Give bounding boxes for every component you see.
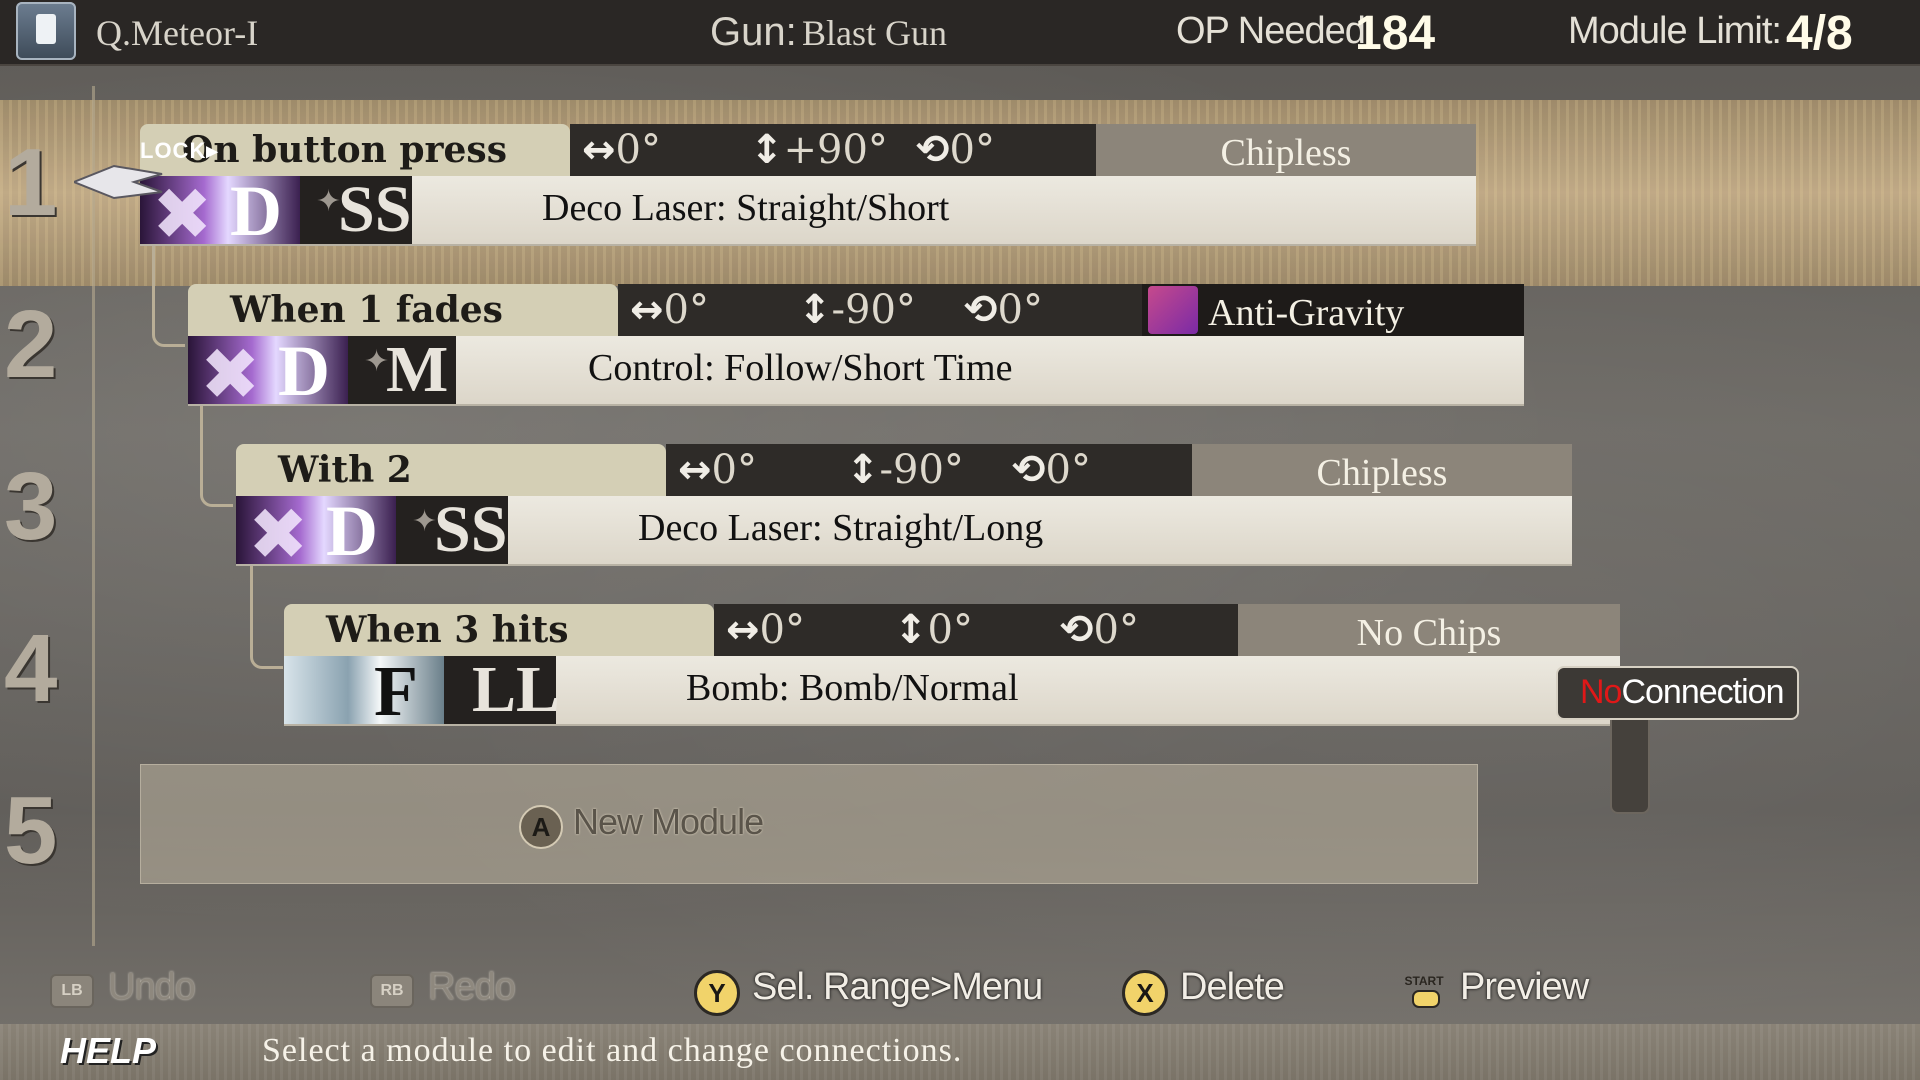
size-label: SS [338, 173, 412, 246]
x-mark-icon: ✖ [248, 496, 309, 564]
connector-line [200, 404, 233, 507]
rotation-angle: 0° [1093, 607, 1139, 653]
row-number: 4 [4, 615, 58, 722]
redo-button[interactable]: Redo [428, 966, 516, 1009]
row-number: 1 [4, 129, 58, 236]
connector-line [250, 564, 283, 669]
module-limit-value: 4/8 [1786, 7, 1853, 60]
vertical-icon: ↕ [798, 287, 832, 333]
trigger-label[interactable]: With 2 [236, 444, 666, 496]
start-button-icon: START [1404, 974, 1444, 1008]
type-letter: D [278, 336, 330, 404]
trigger-label[interactable]: When 1 fades [188, 284, 618, 336]
vertical-angle: -90° [831, 287, 916, 333]
type-letter: D [326, 496, 378, 564]
type-badge: F [284, 656, 444, 724]
lb-button-icon: LB [50, 974, 94, 1008]
gun-label: Gun: [710, 10, 797, 54]
vertical-icon: ↕ [894, 607, 928, 653]
module-row-1[interactable]: On button press ↔0° ↕+90° ⟲0° Chipless ✖… [140, 124, 1476, 246]
size-badge: ✦ M [348, 333, 456, 406]
chip-name: Anti-Gravity [1208, 292, 1405, 334]
module-limit-label: Module Limit: [1568, 10, 1782, 52]
module-description: Deco Laser: Straight/Short [542, 187, 950, 229]
trigger-label[interactable]: When 3 hits ground [284, 604, 714, 703]
row-number: 5 [4, 777, 58, 884]
chip-slot[interactable]: Anti-Gravity [1142, 284, 1524, 336]
size-badge: ✦ SS [300, 173, 412, 246]
gun-connector-icon [1610, 718, 1650, 814]
preset-name: Q.Meteor-I [96, 13, 259, 53]
module-description: Bomb: Bomb/Normal [686, 667, 1019, 709]
type-badge: ✖ D [188, 336, 348, 404]
y-button-icon: Y [694, 970, 740, 1016]
module-description: Deco Laser: Straight/Long [638, 507, 1044, 549]
a-button-icon: A [519, 805, 563, 849]
no-connection-text: Connection [1621, 673, 1784, 711]
horizontal-angle: 0° [663, 287, 709, 333]
anti-gravity-chip-icon [1148, 286, 1198, 334]
horizontal-angle: 0° [711, 447, 757, 493]
chip-slot[interactable]: No Chips [1238, 604, 1620, 656]
angle-settings[interactable]: ↔0° ↕0° ⟲0° [714, 604, 1238, 656]
size-badge: LL [444, 653, 560, 726]
chip-slot[interactable]: Chipless [1096, 124, 1476, 176]
rb-button-icon: RB [370, 974, 414, 1008]
chip-slot[interactable]: Chipless [1192, 444, 1572, 496]
size-label: SS [434, 493, 508, 566]
size-label: M [386, 333, 449, 406]
vertical-angle: 0° [927, 607, 973, 653]
preset-icon [16, 2, 76, 60]
op-needed-label: OP Needed: [1176, 10, 1375, 52]
tree-line [92, 86, 95, 946]
no-connection-no: No [1580, 673, 1622, 711]
rotation-icon: ⟲ [1060, 607, 1094, 653]
rotation-angle: 0° [997, 287, 1043, 333]
selection-cursor-icon [74, 164, 163, 200]
no-connection-badge: NoConnection [1556, 666, 1800, 720]
gun-value: Blast Gun [802, 13, 948, 53]
vertical-angle: -90° [879, 447, 964, 493]
rotation-icon: ⟲ [916, 127, 950, 173]
horizontal-icon: ↔ [582, 127, 616, 173]
rotation-angle: 0° [949, 127, 995, 173]
help-label: HELP [60, 1030, 157, 1071]
new-module-label: New Module [573, 801, 764, 842]
row-number: 3 [4, 453, 58, 560]
type-letter: F [374, 656, 418, 724]
delete-button[interactable]: Delete [1180, 966, 1285, 1009]
new-module-slot[interactable]: A New Module [140, 764, 1478, 884]
horizontal-icon: ↔ [678, 447, 712, 493]
horizontal-angle: 0° [615, 127, 661, 173]
x-mark-icon: ✖ [200, 336, 261, 404]
module-row-3[interactable]: With 2 ↔0° ↕-90° ⟲0° Chipless ✖ D ✦ SS Dec… [236, 444, 1572, 566]
rotation-icon: ⟲ [1012, 447, 1046, 493]
preview-button[interactable]: Preview [1460, 966, 1589, 1009]
select-range-menu-button[interactable]: Sel. Range>Menu [752, 966, 1043, 1009]
help-text: Select a module to edit and change conne… [262, 1032, 963, 1069]
horizontal-angle: 0° [759, 607, 805, 653]
connector-line [152, 244, 185, 347]
x-button-icon: X [1122, 970, 1168, 1016]
module-row-2[interactable]: When 1 fades ↔0° ↕-90° ⟲0° Anti-Gravity … [188, 284, 1524, 406]
size-badge: ✦ SS [396, 493, 508, 566]
horizontal-icon: ↔ [630, 287, 664, 333]
rotation-angle: 0° [1045, 447, 1091, 493]
angle-settings[interactable]: ↔0° ↕-90° ⟲0° [618, 284, 1142, 336]
type-badge: ✖ D [236, 496, 396, 564]
vertical-angle: +90° [783, 127, 888, 173]
module-row-4[interactable]: When 3 hits ground ↔0° ↕0° ⟲0° No Chips … [284, 604, 1620, 726]
vertical-icon: ↕ [750, 127, 784, 173]
module-description: Control: Follow/Short Time [588, 347, 1013, 389]
top-bar: Q.Meteor-I Gun: Blast Gun OP Needed: 184… [0, 0, 1920, 66]
vertical-icon: ↕ [846, 447, 880, 493]
horizontal-icon: ↔ [726, 607, 760, 653]
size-label: LL [472, 653, 561, 726]
rotation-icon: ⟲ [964, 287, 998, 333]
op-needed-value: 184 [1355, 7, 1436, 60]
type-letter: D [230, 176, 282, 244]
help-bar: HELP Select a module to edit and change … [0, 1024, 1920, 1080]
undo-button[interactable]: Undo [108, 966, 196, 1009]
row-number: 2 [4, 291, 58, 398]
